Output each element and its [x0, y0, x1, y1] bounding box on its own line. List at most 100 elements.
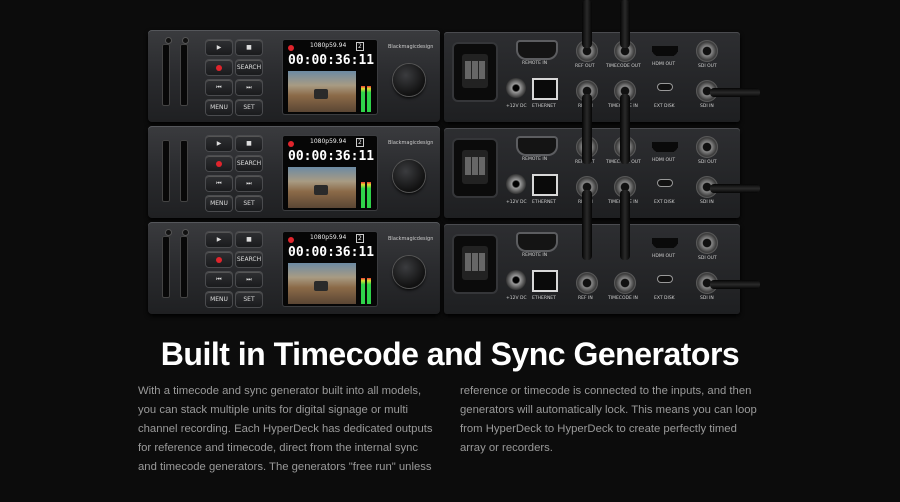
ethernet-label: ETHERNET [532, 200, 556, 205]
sdi-out-port [696, 40, 718, 62]
timecode-display: 00:00:36:11 [288, 53, 375, 68]
ref-loop-cable [582, 190, 592, 260]
sd-card-slot [180, 44, 188, 106]
brand-logo: Blackmagicdesign [388, 236, 434, 242]
brand-logo: Blackmagicdesign [388, 44, 434, 50]
ethernet-port [534, 272, 556, 290]
dc-label: +12V DC [506, 296, 527, 301]
sdi-out-port [696, 136, 718, 158]
sdi-in-label: SDI IN [700, 104, 714, 109]
brand-logo: Blackmagicdesign [388, 140, 434, 146]
set-button: SET [236, 100, 262, 115]
sdi-in-label: SDI IN [700, 200, 714, 205]
timecode-in-label: TIMECODE IN [608, 296, 638, 301]
menu-button: MENU [206, 196, 232, 211]
front-panel: ▶ ■ SEARCH ⏮ ⏭ MENU SET 1080p59.94 2 00:… [148, 126, 440, 218]
timecode-in-port [614, 272, 636, 294]
record-button [206, 252, 232, 267]
next-button: ⏭ [236, 176, 262, 191]
record-button [206, 60, 232, 75]
stop-button: ■ [236, 136, 262, 151]
remote-in-label: REMOTE IN [522, 157, 548, 162]
hyperdeck-unit: ▶ ■ SEARCH ⏮ ⏭ MENU SET 1080p59.94 2 00:… [140, 126, 760, 218]
media-slot-indicator: 2 [356, 234, 364, 243]
record-button [206, 156, 232, 171]
status-led [183, 230, 188, 235]
power-connector [454, 44, 496, 100]
section-title: Built in Timecode and Sync Generators [160, 336, 740, 372]
ethernet-port [534, 176, 556, 194]
ext-disk-label: EXT DISK [654, 104, 675, 109]
timecode-display: 00:00:36:11 [288, 245, 375, 260]
video-preview [288, 71, 356, 112]
previous-button: ⏮ [206, 80, 232, 95]
search-button: SEARCH [236, 60, 262, 75]
remote-in-port [518, 138, 556, 154]
rear-panel: REMOTE IN +12V DC ETHERNET REF OUT TIMEC… [444, 128, 740, 218]
video-format: 1080p59.94 [310, 42, 347, 49]
record-indicator [288, 237, 294, 243]
search-button: SEARCH [236, 252, 262, 267]
ethernet-label: ETHERNET [532, 104, 556, 109]
previous-button: ⏮ [206, 176, 232, 191]
hyperdeck-stack-image: ▶ ■ SEARCH ⏮ ⏭ MENU SET 1080p59.94 2 00:… [140, 0, 760, 320]
status-led [183, 38, 188, 43]
sdi-out-label: SDI OUT [698, 64, 717, 69]
next-button: ⏭ [236, 272, 262, 287]
rear-panel: REMOTE IN +12V DC ETHERNET REF IN TIMECO… [444, 224, 740, 314]
audio-meter [361, 86, 365, 112]
menu-button: MENU [206, 100, 232, 115]
play-button: ▶ [206, 40, 232, 55]
ref-out-label: REF OUT [575, 64, 595, 69]
sd-card-slot [180, 140, 188, 202]
audio-meter [367, 86, 371, 112]
remote-in-label: REMOTE IN [522, 61, 548, 66]
stop-button: ■ [236, 40, 262, 55]
jog-wheel [393, 160, 425, 192]
ext-disk-port [658, 276, 672, 282]
power-connector [454, 236, 496, 292]
hdmi-out-label: HDMI OUT [652, 158, 676, 163]
dc-in-port [506, 270, 526, 290]
body-paragraph-left: With a timecode and sync generator built… [138, 385, 433, 473]
front-panel: ▶ ■ SEARCH ⏮ ⏭ MENU SET 1080p59.94 2 00:… [148, 222, 440, 314]
audio-meter [367, 182, 371, 208]
video-preview [288, 263, 356, 304]
ref-loop-cable [582, 94, 592, 164]
media-slot-indicator: 2 [356, 42, 364, 51]
lcd-screen: 1080p59.94 2 00:00:36:11 [283, 40, 377, 114]
set-button: SET [236, 196, 262, 211]
hyperdeck-unit: ▶ ■ SEARCH ⏮ ⏭ MENU SET 1080p59.94 2 00:… [140, 222, 760, 314]
sd-card-slot [180, 236, 188, 298]
timecode-cable [620, 0, 630, 48]
ext-disk-label: EXT DISK [654, 200, 675, 205]
hdmi-out-label: HDMI OUT [652, 62, 676, 67]
front-panel: ▶ ■ SEARCH ⏮ ⏭ MENU SET 1080p59.94 2 00:… [148, 30, 440, 122]
next-button: ⏭ [236, 80, 262, 95]
ref-in-label: REF IN [578, 296, 593, 301]
media-slot-indicator: 2 [356, 138, 364, 147]
ref-in-port [576, 272, 598, 294]
power-connector [454, 140, 496, 196]
sdi-out-label: SDI OUT [698, 256, 717, 261]
play-button: ▶ [206, 136, 232, 151]
sdi-out-port [696, 232, 718, 254]
search-button: SEARCH [236, 156, 262, 171]
audio-meter [367, 278, 371, 304]
stop-button: ■ [236, 232, 262, 247]
timecode-out-label: TIMECODE OUT [606, 64, 641, 69]
remote-in-label: REMOTE IN [522, 253, 548, 258]
remote-in-port [518, 234, 556, 250]
audio-meter [361, 182, 365, 208]
dc-label: +12V DC [506, 200, 527, 205]
ext-disk-label: EXT DISK [654, 296, 675, 301]
timecode-loop-cable [620, 190, 630, 260]
jog-wheel [393, 64, 425, 96]
dc-in-port [506, 78, 526, 98]
sd-card-slot [162, 236, 170, 298]
hdmi-out-port [652, 142, 678, 152]
set-button: SET [236, 292, 262, 307]
hdmi-out-port [652, 46, 678, 56]
record-indicator [288, 45, 294, 51]
remote-in-port [518, 42, 556, 58]
